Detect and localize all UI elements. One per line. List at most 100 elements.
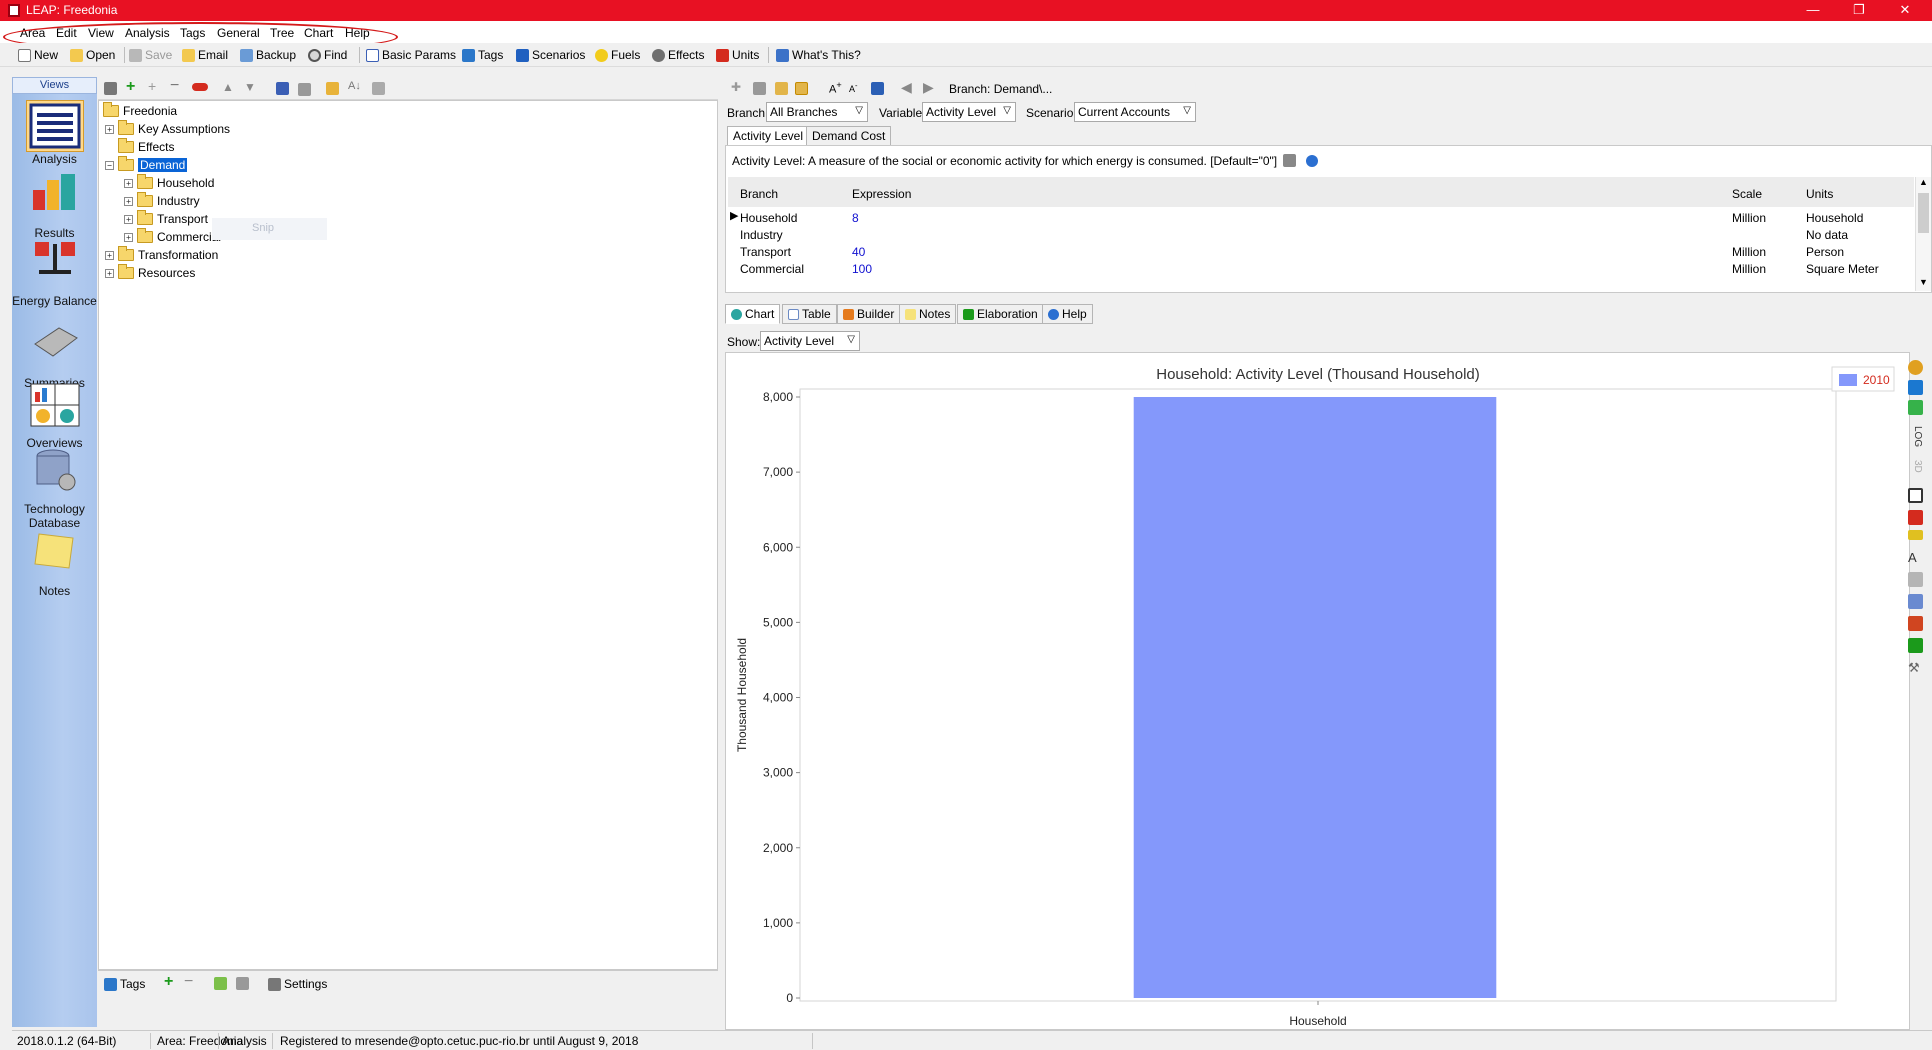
- find-button[interactable]: Find: [308, 48, 347, 62]
- tree-view-icon[interactable]: [276, 82, 289, 95]
- print-chart-icon[interactable]: [1908, 572, 1923, 587]
- cell-expression[interactable]: 100: [852, 262, 872, 276]
- scenario-select[interactable]: Current Accounts ▽: [1074, 102, 1196, 122]
- users-icon[interactable]: [871, 82, 884, 95]
- help-circle-icon[interactable]: [1306, 155, 1318, 167]
- bar-type-icon[interactable]: [1908, 380, 1923, 395]
- view-summaries[interactable]: Summaries: [12, 322, 97, 390]
- three-d-toggle[interactable]: 3D: [1908, 460, 1923, 480]
- tag-eraser-icon[interactable]: [236, 977, 249, 990]
- tree-node-household[interactable]: + Household: [124, 174, 214, 191]
- expand-icon[interactable]: +: [105, 268, 114, 278]
- remove-tag-icon[interactable]: −: [184, 973, 193, 991]
- tree-node-demand[interactable]: − Demand: [105, 156, 188, 173]
- cell-units[interactable]: No data: [1806, 228, 1848, 242]
- open-button[interactable]: Open: [70, 48, 115, 62]
- save-button[interactable]: Save: [129, 48, 172, 62]
- scroll-up-icon[interactable]: ▲: [1919, 177, 1928, 187]
- view-technology-database[interactable]: Technology Database: [12, 448, 97, 530]
- whats-this-button[interactable]: What's This?: [776, 48, 861, 62]
- cell-units[interactable]: Square Meter: [1806, 262, 1879, 276]
- variable-select[interactable]: Activity Level ▽: [922, 102, 1016, 122]
- tree-node-commercial[interactable]: + Commercial: [124, 228, 221, 245]
- branch-properties-icon[interactable]: [104, 82, 117, 95]
- area-type-icon[interactable]: [1908, 400, 1923, 415]
- tab-help[interactable]: Help: [1042, 304, 1093, 324]
- tab-elaboration[interactable]: Elaboration: [957, 304, 1044, 324]
- tree-node-transport[interactable]: + Transport: [124, 210, 208, 227]
- cell-units[interactable]: Household: [1806, 211, 1863, 225]
- new-button[interactable]: New: [18, 48, 58, 62]
- pie-type-icon[interactable]: [1908, 360, 1923, 375]
- data-labels-icon[interactable]: [1908, 530, 1923, 540]
- move-up-icon[interactable]: ▲: [222, 80, 234, 94]
- effects-button[interactable]: Effects: [652, 48, 704, 62]
- tree-node-effects[interactable]: Effects: [118, 138, 174, 155]
- tab-activity-level[interactable]: Activity Level: [727, 126, 810, 146]
- forward-arrow-icon[interactable]: ▶: [923, 79, 934, 96]
- paste-icon[interactable]: [775, 82, 788, 95]
- move-down-icon[interactable]: ▼: [244, 80, 256, 94]
- delete-branch-icon[interactable]: −: [170, 77, 179, 95]
- cell-units[interactable]: Person: [1806, 245, 1844, 259]
- tags-button[interactable]: Tags: [462, 48, 503, 62]
- tab-builder[interactable]: Builder: [837, 304, 901, 324]
- table-row[interactable]: Industry No data: [728, 226, 1914, 243]
- grid-lines-icon[interactable]: [1908, 510, 1923, 525]
- cell-scale[interactable]: Million: [1732, 211, 1766, 225]
- legend-icon[interactable]: [1908, 488, 1923, 503]
- font-smaller-icon[interactable]: A-: [849, 81, 858, 94]
- tab-demand-cost[interactable]: Demand Cost: [806, 126, 892, 146]
- branch-select[interactable]: All Branches ▽: [766, 102, 868, 122]
- basic-params-button[interactable]: Basic Params: [366, 48, 456, 62]
- paste-special-icon[interactable]: [795, 82, 808, 95]
- collapse-icon[interactable]: −: [105, 160, 114, 170]
- powerpoint-icon[interactable]: [1908, 616, 1923, 631]
- cell-scale[interactable]: Million: [1732, 245, 1766, 259]
- lock-icon[interactable]: [326, 82, 339, 95]
- tag-color-icon[interactable]: [214, 977, 227, 990]
- expand-icon[interactable]: +: [124, 178, 133, 188]
- tree-settings-button[interactable]: Settings: [268, 977, 327, 991]
- view-results[interactable]: Results: [12, 172, 97, 240]
- back-arrow-icon[interactable]: ◀: [901, 79, 912, 96]
- scroll-down-icon[interactable]: ▼: [1919, 277, 1928, 287]
- expand-icon[interactable]: +: [105, 124, 114, 134]
- table-row[interactable]: Commercial 100 Million Square Meter: [728, 260, 1914, 277]
- wrench-icon[interactable]: ⚒: [1908, 660, 1923, 675]
- table-row[interactable]: ▶ Household 8 Million Household: [728, 209, 1914, 226]
- tab-table[interactable]: Table: [782, 304, 837, 324]
- tree-node-freedonia[interactable]: Freedonia: [103, 102, 177, 119]
- folder-gray-icon[interactable]: [298, 83, 311, 96]
- add-icon[interactable]: ✚: [731, 80, 741, 94]
- tab-notes[interactable]: Notes: [899, 304, 957, 324]
- restore-icon[interactable]: ❐: [1836, 0, 1882, 21]
- expand-icon[interactable]: +: [124, 196, 133, 206]
- tab-chart[interactable]: Chart: [725, 304, 781, 324]
- font-larger-icon[interactable]: A+: [829, 80, 842, 96]
- font-icon[interactable]: A: [1908, 550, 1923, 565]
- view-analysis[interactable]: Analysis: [12, 100, 97, 166]
- scroll-thumb[interactable]: [1918, 193, 1929, 233]
- copy-chart-icon[interactable]: [1908, 594, 1923, 609]
- units-button[interactable]: Units: [716, 48, 759, 62]
- log-scale-toggle[interactable]: LOG: [1908, 426, 1923, 450]
- copy-icon[interactable]: [753, 82, 766, 95]
- expand-icon[interactable]: +: [124, 214, 133, 224]
- edit-default-icon[interactable]: [1283, 154, 1296, 167]
- cell-expression[interactable]: 40: [852, 245, 865, 259]
- add-child-icon[interactable]: +: [148, 78, 156, 94]
- table-row[interactable]: Transport 40 Million Person: [728, 243, 1914, 260]
- minimize-icon[interactable]: —: [1790, 0, 1836, 21]
- tree-node-key-assumptions[interactable]: + Key Assumptions: [105, 120, 230, 137]
- delete-red-icon[interactable]: [192, 83, 208, 91]
- show-select[interactable]: Activity Level ▽: [760, 331, 860, 351]
- expand-icon[interactable]: +: [105, 250, 114, 260]
- save-chart-icon[interactable]: [1908, 638, 1923, 653]
- view-energy-balance[interactable]: Energy Balance: [12, 240, 97, 308]
- view-overviews[interactable]: Overviews: [12, 382, 97, 450]
- add-tag-icon[interactable]: +: [164, 973, 173, 991]
- tree-tags-button[interactable]: Tags: [104, 977, 145, 991]
- scenarios-button[interactable]: Scenarios: [516, 48, 585, 62]
- expand-icon[interactable]: +: [124, 232, 133, 242]
